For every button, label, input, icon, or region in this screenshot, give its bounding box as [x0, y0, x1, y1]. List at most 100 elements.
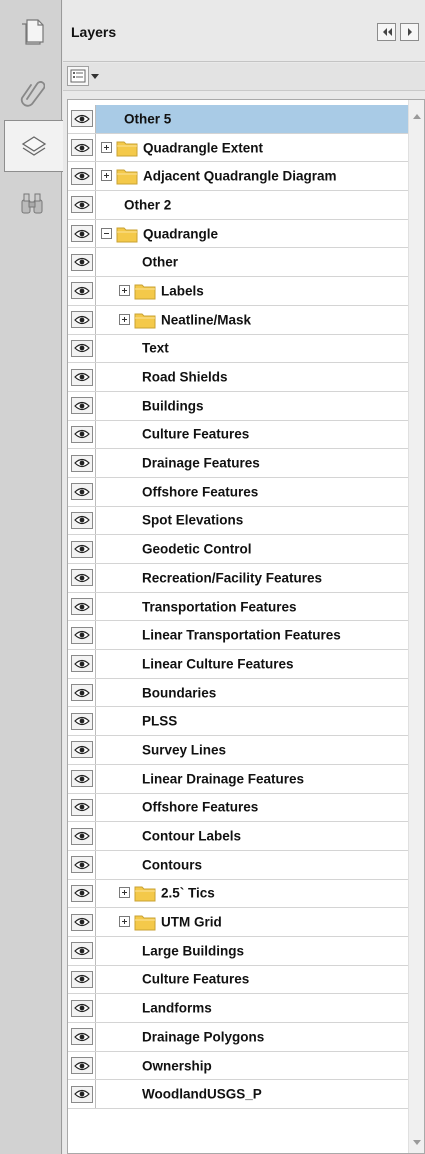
- layers-button[interactable]: [4, 120, 63, 172]
- layer-label-area[interactable]: Offshore Features: [96, 794, 410, 822]
- visibility-toggle[interactable]: [68, 391, 96, 420]
- vertical-scrollbar[interactable]: [408, 100, 424, 1153]
- visibility-toggle[interactable]: [68, 908, 96, 936]
- layer-label-area[interactable]: Culture Features: [96, 421, 410, 449]
- expand-panel-button[interactable]: [400, 23, 419, 41]
- visibility-toggle[interactable]: [68, 449, 96, 477]
- visibility-toggle[interactable]: [68, 678, 96, 707]
- layer-label-area[interactable]: Survey Lines: [96, 736, 410, 764]
- layer-row[interactable]: Other: [68, 248, 410, 278]
- layer-row[interactable]: Landforms: [68, 994, 410, 1023]
- attachments-button[interactable]: [4, 66, 60, 118]
- layer-label-area[interactable]: Other 5: [96, 105, 410, 133]
- layer-row[interactable]: Survey Lines: [68, 736, 410, 765]
- visibility-toggle[interactable]: [68, 707, 96, 736]
- layer-label-area[interactable]: 2.5` Tics: [96, 880, 410, 908]
- layer-label-area[interactable]: Linear Drainage Features: [96, 765, 410, 793]
- visibility-toggle[interactable]: [68, 592, 96, 621]
- collapse-panel-button[interactable]: [377, 23, 396, 41]
- layer-row[interactable]: Ownership: [68, 1051, 410, 1081]
- layer-row[interactable]: 2.5` Tics: [68, 879, 410, 909]
- layer-label-area[interactable]: Drainage Features: [96, 449, 410, 477]
- layer-row[interactable]: Contours: [68, 850, 410, 880]
- visibility-toggle[interactable]: [68, 879, 96, 908]
- expand-icon[interactable]: [119, 284, 130, 296]
- layer-row[interactable]: Neatline/Mask: [68, 305, 410, 335]
- expand-icon[interactable]: [119, 887, 130, 899]
- scroll-down-icon[interactable]: [413, 1140, 421, 1145]
- collapse-icon[interactable]: [101, 227, 112, 239]
- expand-icon[interactable]: [101, 170, 112, 182]
- layer-row[interactable]: Drainage Polygons: [68, 1023, 410, 1052]
- visibility-toggle[interactable]: [68, 277, 96, 305]
- expand-icon[interactable]: [119, 916, 130, 928]
- visibility-toggle[interactable]: [68, 105, 96, 133]
- layer-row[interactable]: Geodetic Control: [68, 535, 410, 564]
- visibility-toggle[interactable]: [68, 764, 96, 793]
- layer-label-area[interactable]: WoodlandUSGS_P: [96, 1080, 410, 1108]
- layer-row[interactable]: Other 5: [68, 105, 410, 134]
- visibility-toggle[interactable]: [68, 219, 96, 248]
- visibility-toggle[interactable]: [68, 363, 96, 391]
- layer-row[interactable]: Linear Drainage Features: [68, 764, 410, 794]
- layer-label-area[interactable]: Contour Labels: [96, 822, 410, 850]
- visibility-toggle[interactable]: [68, 1023, 96, 1051]
- layer-label-area[interactable]: UTM Grid: [96, 908, 410, 936]
- layer-label-area[interactable]: Road Shields: [96, 363, 410, 391]
- expand-icon[interactable]: [101, 141, 112, 153]
- layer-row[interactable]: Linear Culture Features: [68, 650, 410, 679]
- layer-label-area[interactable]: Ownership: [96, 1052, 410, 1080]
- layer-row[interactable]: Adjacent Quadrangle Diagram: [68, 162, 410, 192]
- visibility-toggle[interactable]: [68, 305, 96, 334]
- visibility-toggle[interactable]: [68, 850, 96, 879]
- visibility-toggle[interactable]: [68, 1051, 96, 1080]
- visibility-toggle[interactable]: [68, 162, 96, 191]
- layer-list[interactable]: Other 5 Quadrangle Extent Adjacent Quadran…: [67, 99, 425, 1154]
- visibility-toggle[interactable]: [68, 564, 96, 592]
- layer-row[interactable]: Boundaries: [68, 678, 410, 708]
- layer-label-area[interactable]: Adjacent Quadrangle Diagram: [96, 162, 410, 190]
- layer-row[interactable]: Linear Transportation Features: [68, 621, 410, 651]
- layer-label-area[interactable]: Labels: [96, 277, 410, 305]
- layer-label-area[interactable]: Drainage Polygons: [96, 1023, 410, 1051]
- layer-row[interactable]: Transportation Features: [68, 592, 410, 622]
- layer-label-area[interactable]: Boundaries: [96, 679, 410, 707]
- visibility-toggle[interactable]: [68, 420, 96, 449]
- layer-row[interactable]: Offshore Features: [68, 477, 410, 507]
- layer-label-area[interactable]: Linear Transportation Features: [96, 621, 410, 649]
- search-button[interactable]: [4, 178, 60, 230]
- layer-label-area[interactable]: Text: [96, 335, 410, 363]
- layer-label-area[interactable]: Other 2: [96, 191, 410, 219]
- layer-label-area[interactable]: Spot Elevations: [96, 507, 410, 535]
- layer-row[interactable]: UTM Grid: [68, 908, 410, 937]
- layer-row[interactable]: Large Buildings: [68, 936, 410, 966]
- layer-label-area[interactable]: Quadrangle Extent: [96, 134, 410, 162]
- page-thumbnails-button[interactable]: [4, 6, 60, 58]
- layer-label-area[interactable]: Contours: [96, 851, 410, 879]
- chevron-down-icon[interactable]: [91, 74, 99, 79]
- layer-row[interactable]: Quadrangle: [68, 219, 410, 249]
- layer-row[interactable]: Text: [68, 334, 410, 364]
- visibility-toggle[interactable]: [68, 506, 96, 535]
- layer-label-area[interactable]: Neatline/Mask: [96, 306, 410, 334]
- layer-row[interactable]: Labels: [68, 277, 410, 306]
- visibility-toggle[interactable]: [68, 248, 96, 277]
- layer-label-area[interactable]: Large Buildings: [96, 937, 410, 965]
- layer-row[interactable]: WoodlandUSGS_P: [68, 1080, 410, 1110]
- layer-label-area[interactable]: Geodetic Control: [96, 535, 410, 563]
- visibility-toggle[interactable]: [68, 1080, 96, 1109]
- layer-label-area[interactable]: Buildings: [96, 392, 410, 420]
- visibility-toggle[interactable]: [68, 965, 96, 994]
- options-menu-button[interactable]: [67, 66, 89, 86]
- visibility-toggle[interactable]: [68, 736, 96, 764]
- layer-label-area[interactable]: PLSS: [96, 707, 410, 735]
- layer-label-area[interactable]: Transportation Features: [96, 593, 410, 621]
- layer-row[interactable]: Offshore Features: [68, 793, 410, 823]
- layer-label-area[interactable]: Culture Features: [96, 966, 410, 994]
- visibility-toggle[interactable]: [68, 133, 96, 162]
- layer-label-area[interactable]: Other: [96, 248, 410, 276]
- layer-label-area[interactable]: Offshore Features: [96, 478, 410, 506]
- layer-row[interactable]: Buildings: [68, 391, 410, 421]
- layer-label-area[interactable]: Recreation/Facility Features: [96, 564, 410, 592]
- visibility-toggle[interactable]: [68, 822, 96, 850]
